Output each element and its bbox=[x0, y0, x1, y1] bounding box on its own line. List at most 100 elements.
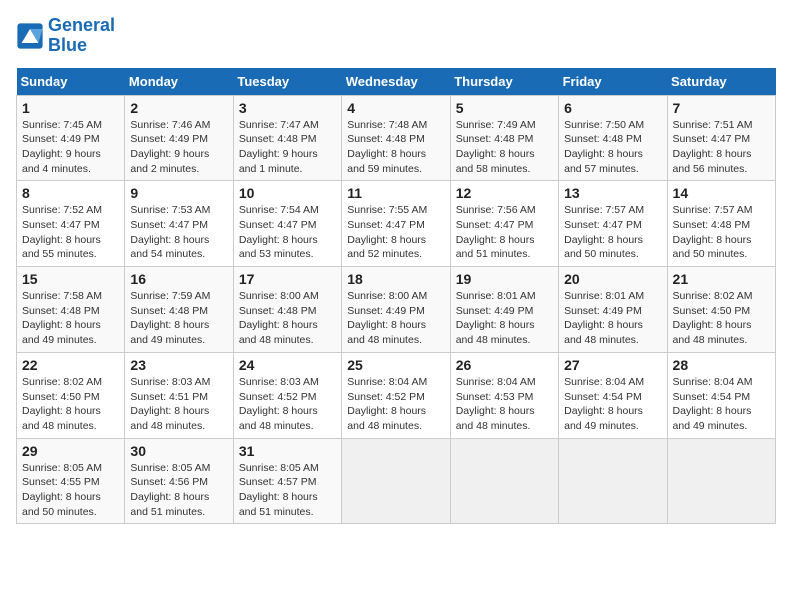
calendar-cell: 4 Sunrise: 7:48 AMSunset: 4:48 PMDaylight… bbox=[342, 95, 450, 181]
day-info: Sunrise: 7:58 AMSunset: 4:48 PMDaylight:… bbox=[22, 289, 119, 348]
calendar-cell: 2Sunrise: 7:46 AMSunset: 4:49 PMDaylight… bbox=[125, 95, 233, 181]
logo-text: General Blue bbox=[48, 16, 115, 56]
calendar-cell: 7 Sunrise: 7:51 AMSunset: 4:47 PMDaylight… bbox=[667, 95, 775, 181]
day-number: 19 bbox=[456, 271, 553, 287]
day-info: Sunrise: 8:02 AMSunset: 4:50 PMDaylight:… bbox=[673, 289, 770, 348]
calendar-cell: 14Sunrise: 7:57 AMSunset: 4:48 PMDayligh… bbox=[667, 181, 775, 267]
calendar-cell: 24 Sunrise: 8:03 AMSunset: 4:52 PMDayligh… bbox=[233, 352, 341, 438]
day-info: Sunrise: 7:53 AMSunset: 4:47 PMDaylight:… bbox=[130, 203, 227, 262]
day-info: Sunrise: 7:59 AMSunset: 4:48 PMDaylight:… bbox=[130, 289, 227, 348]
day-info: Sunrise: 7:47 AMSunset: 4:48 PMDaylight:… bbox=[239, 118, 336, 177]
day-info: Sunrise: 8:04 AMSunset: 4:52 PMDaylight:… bbox=[347, 375, 444, 434]
calendar-cell: 25Sunrise: 8:04 AMSunset: 4:52 PMDayligh… bbox=[342, 352, 450, 438]
day-number: 20 bbox=[564, 271, 661, 287]
day-number: 15 bbox=[22, 271, 119, 287]
day-number: 13 bbox=[564, 185, 661, 201]
day-number: 26 bbox=[456, 357, 553, 373]
day-number: 17 bbox=[239, 271, 336, 287]
day-info: Sunrise: 8:01 AMSunset: 4:49 PMDaylight:… bbox=[564, 289, 661, 348]
weekday-monday: Monday bbox=[125, 68, 233, 96]
calendar-cell: 15 Sunrise: 7:58 AMSunset: 4:48 PMDayligh… bbox=[17, 267, 125, 353]
day-number: 9 bbox=[130, 185, 227, 201]
calendar-cell bbox=[450, 438, 558, 524]
day-number: 4 bbox=[347, 100, 444, 116]
calendar-cell bbox=[342, 438, 450, 524]
day-number: 11 bbox=[347, 185, 444, 201]
day-info: Sunrise: 7:54 AMSunset: 4:47 PMDaylight:… bbox=[239, 203, 336, 262]
day-number: 23 bbox=[130, 357, 227, 373]
day-info: Sunrise: 7:55 AMSunset: 4:47 PMDaylight:… bbox=[347, 203, 444, 262]
calendar-cell: 28 Sunrise: 8:04 AMSunset: 4:54 PMDayligh… bbox=[667, 352, 775, 438]
day-number: 7 bbox=[673, 100, 770, 116]
header: General Blue bbox=[16, 16, 776, 56]
day-number: 10 bbox=[239, 185, 336, 201]
calendar-cell: 20 Sunrise: 8:01 AMSunset: 4:49 PMDayligh… bbox=[559, 267, 667, 353]
calendar-header: SundayMondayTuesdayWednesdayThursdayFrid… bbox=[17, 68, 776, 96]
day-number: 8 bbox=[22, 185, 119, 201]
day-number: 12 bbox=[456, 185, 553, 201]
day-number: 21 bbox=[673, 271, 770, 287]
day-number: 28 bbox=[673, 357, 770, 373]
day-number: 6 bbox=[564, 100, 661, 116]
day-info: Sunrise: 8:04 AMSunset: 4:54 PMDaylight:… bbox=[673, 375, 770, 434]
day-info: Sunrise: 7:50 AMSunset: 4:48 PMDaylight:… bbox=[564, 118, 661, 177]
calendar-cell: 21 Sunrise: 8:02 AMSunset: 4:50 PMDayligh… bbox=[667, 267, 775, 353]
calendar-cell: 10 Sunrise: 7:54 AMSunset: 4:47 PMDayligh… bbox=[233, 181, 341, 267]
calendar-week-2: 8 Sunrise: 7:52 AMSunset: 4:47 PMDaylight… bbox=[17, 181, 776, 267]
calendar-week-3: 15 Sunrise: 7:58 AMSunset: 4:48 PMDayligh… bbox=[17, 267, 776, 353]
calendar-body: 1Sunrise: 7:45 AMSunset: 4:49 PMDaylight… bbox=[17, 95, 776, 524]
day-info: Sunrise: 7:56 AMSunset: 4:47 PMDaylight:… bbox=[456, 203, 553, 262]
day-info: Sunrise: 8:04 AMSunset: 4:54 PMDaylight:… bbox=[564, 375, 661, 434]
day-info: Sunrise: 8:05 AMSunset: 4:57 PMDaylight:… bbox=[239, 461, 336, 520]
day-info: Sunrise: 7:48 AMSunset: 4:48 PMDaylight:… bbox=[347, 118, 444, 177]
day-number: 29 bbox=[22, 443, 119, 459]
day-number: 31 bbox=[239, 443, 336, 459]
day-info: Sunrise: 7:57 AMSunset: 4:47 PMDaylight:… bbox=[564, 203, 661, 262]
day-info: Sunrise: 7:52 AMSunset: 4:47 PMDaylight:… bbox=[22, 203, 119, 262]
calendar-cell: 5 Sunrise: 7:49 AMSunset: 4:48 PMDaylight… bbox=[450, 95, 558, 181]
calendar-week-5: 29 Sunrise: 8:05 AMSunset: 4:55 PMDayligh… bbox=[17, 438, 776, 524]
weekday-friday: Friday bbox=[559, 68, 667, 96]
calendar-cell: 29 Sunrise: 8:05 AMSunset: 4:55 PMDayligh… bbox=[17, 438, 125, 524]
day-info: Sunrise: 8:00 AMSunset: 4:48 PMDaylight:… bbox=[239, 289, 336, 348]
calendar-cell bbox=[667, 438, 775, 524]
day-info: Sunrise: 7:57 AMSunset: 4:48 PMDaylight:… bbox=[673, 203, 770, 262]
day-info: Sunrise: 8:01 AMSunset: 4:49 PMDaylight:… bbox=[456, 289, 553, 348]
calendar-cell: 19 Sunrise: 8:01 AMSunset: 4:49 PMDayligh… bbox=[450, 267, 558, 353]
calendar-cell: 6 Sunrise: 7:50 AMSunset: 4:48 PMDaylight… bbox=[559, 95, 667, 181]
calendar-cell: 12 Sunrise: 7:56 AMSunset: 4:47 PMDayligh… bbox=[450, 181, 558, 267]
calendar-cell: 1Sunrise: 7:45 AMSunset: 4:49 PMDaylight… bbox=[17, 95, 125, 181]
calendar-cell: 30Sunrise: 8:05 AMSunset: 4:56 PMDayligh… bbox=[125, 438, 233, 524]
day-info: Sunrise: 8:05 AMSunset: 4:55 PMDaylight:… bbox=[22, 461, 119, 520]
day-info: Sunrise: 8:03 AMSunset: 4:51 PMDaylight:… bbox=[130, 375, 227, 434]
calendar-cell: 11 Sunrise: 7:55 AMSunset: 4:47 PMDayligh… bbox=[342, 181, 450, 267]
day-info: Sunrise: 7:51 AMSunset: 4:47 PMDaylight:… bbox=[673, 118, 770, 177]
day-info: Sunrise: 8:03 AMSunset: 4:52 PMDaylight:… bbox=[239, 375, 336, 434]
day-number: 22 bbox=[22, 357, 119, 373]
day-number: 18 bbox=[347, 271, 444, 287]
day-info: Sunrise: 7:49 AMSunset: 4:48 PMDaylight:… bbox=[456, 118, 553, 177]
calendar-cell: 26Sunrise: 8:04 AMSunset: 4:53 PMDayligh… bbox=[450, 352, 558, 438]
calendar-cell: 22Sunrise: 8:02 AMSunset: 4:50 PMDayligh… bbox=[17, 352, 125, 438]
day-number: 16 bbox=[130, 271, 227, 287]
weekday-header-row: SundayMondayTuesdayWednesdayThursdayFrid… bbox=[17, 68, 776, 96]
day-info: Sunrise: 7:45 AMSunset: 4:49 PMDaylight:… bbox=[22, 118, 119, 177]
weekday-thursday: Thursday bbox=[450, 68, 558, 96]
day-info: Sunrise: 8:00 AMSunset: 4:49 PMDaylight:… bbox=[347, 289, 444, 348]
logo-icon bbox=[16, 22, 44, 50]
calendar-cell: 13 Sunrise: 7:57 AMSunset: 4:47 PMDayligh… bbox=[559, 181, 667, 267]
calendar-cell: 16 Sunrise: 7:59 AMSunset: 4:48 PMDayligh… bbox=[125, 267, 233, 353]
weekday-tuesday: Tuesday bbox=[233, 68, 341, 96]
calendar-cell: 3Sunrise: 7:47 AMSunset: 4:48 PMDaylight… bbox=[233, 95, 341, 181]
calendar-cell: 31 Sunrise: 8:05 AMSunset: 4:57 PMDayligh… bbox=[233, 438, 341, 524]
day-number: 24 bbox=[239, 357, 336, 373]
weekday-saturday: Saturday bbox=[667, 68, 775, 96]
calendar-cell: 8 Sunrise: 7:52 AMSunset: 4:47 PMDaylight… bbox=[17, 181, 125, 267]
day-number: 5 bbox=[456, 100, 553, 116]
logo: General Blue bbox=[16, 16, 115, 56]
calendar-cell: 17 Sunrise: 8:00 AMSunset: 4:48 PMDayligh… bbox=[233, 267, 341, 353]
weekday-wednesday: Wednesday bbox=[342, 68, 450, 96]
calendar-cell bbox=[559, 438, 667, 524]
day-info: Sunrise: 8:05 AMSunset: 4:56 PMDaylight:… bbox=[130, 461, 227, 520]
calendar-cell: 23 Sunrise: 8:03 AMSunset: 4:51 PMDayligh… bbox=[125, 352, 233, 438]
